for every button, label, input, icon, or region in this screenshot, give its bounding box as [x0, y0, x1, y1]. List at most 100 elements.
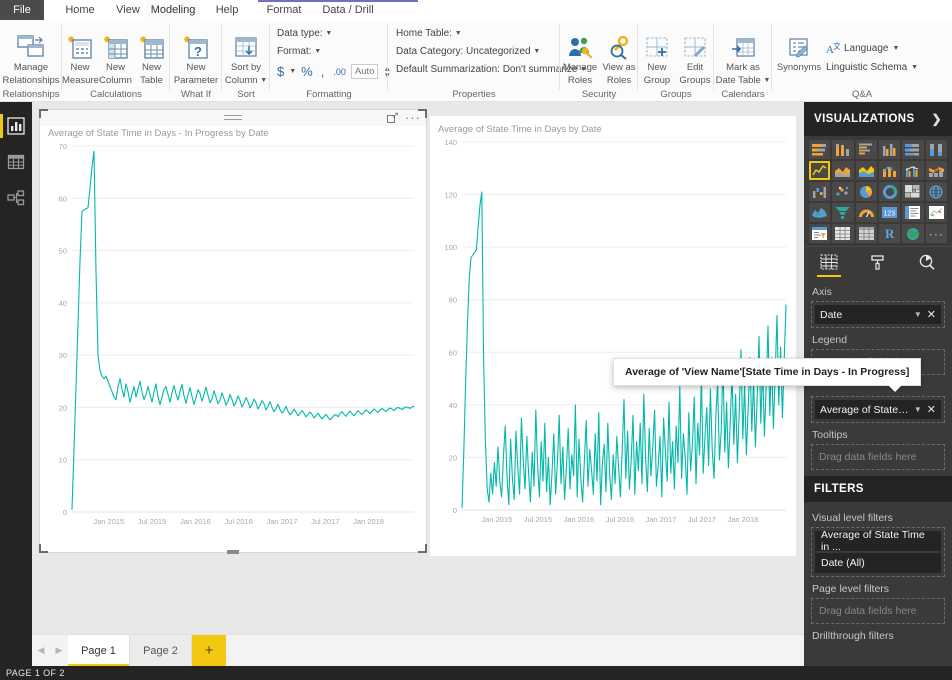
sidebar-item-report-view[interactable] — [0, 108, 32, 144]
viz-stacked-column-chart[interactable] — [832, 140, 854, 159]
resize-handle-bl[interactable] — [39, 544, 48, 553]
viz-clustered-bar-chart[interactable] — [855, 140, 877, 159]
decimal-places-value[interactable]: Auto — [350, 64, 379, 79]
tab-file[interactable]: File — [0, 0, 44, 20]
filter-chip-average-state-time[interactable]: Average of State Time in ... — [815, 529, 941, 553]
sidebar-item-model-view[interactable] — [0, 180, 32, 216]
tab-data-drill[interactable]: Data / Drill — [312, 0, 384, 20]
format-dropdown[interactable]: Format: ▼ — [277, 46, 321, 57]
viz-r-script-visual[interactable]: R — [879, 224, 901, 243]
tab-format[interactable]: Format — [258, 0, 310, 20]
viz-scatter-chart[interactable] — [832, 182, 854, 201]
view-as-roles-label-2: Roles — [606, 75, 632, 86]
close-icon[interactable]: ✕ — [927, 308, 936, 321]
tab-view[interactable]: View — [104, 0, 152, 20]
edit-groups-button[interactable]: Edit Groups — [676, 24, 714, 86]
resize-handle-bottom[interactable] — [227, 550, 239, 554]
viz-matrix[interactable] — [855, 224, 877, 243]
chevron-down-icon[interactable]: ▼ — [289, 68, 296, 75]
tab-help[interactable]: Help — [204, 0, 250, 20]
filter-box-visual[interactable]: Average of State Time in ... Date (All) — [811, 527, 945, 577]
mark-as-date-table-button[interactable]: Mark as Date Table ▼ — [714, 24, 772, 86]
new-measure-button[interactable]: ✹ New Measure — [62, 24, 99, 86]
svg-text:Jan 2018: Jan 2018 — [727, 515, 758, 524]
resize-handle-br[interactable] — [418, 544, 427, 553]
viz-arcgis-maps[interactable] — [902, 224, 924, 243]
page-tab-page-1[interactable]: Page 1 — [68, 635, 130, 666]
new-column-button[interactable]: ✹ New Column — [98, 24, 133, 86]
currency-button[interactable]: $ — [277, 64, 284, 79]
linguistic-schema-dropdown[interactable]: Linguistic Schema ▼ — [826, 62, 918, 73]
thousands-separator-button[interactable]: , — [321, 64, 325, 79]
viz-slicer[interactable] — [809, 224, 831, 243]
viz-area-chart[interactable] — [832, 161, 854, 180]
data-category-dropdown[interactable]: Data Category: Uncategorized ▼ — [396, 46, 540, 57]
manage-relationships-button[interactable]: Manage Relationships — [0, 24, 62, 86]
viz-pie-chart[interactable] — [855, 182, 877, 201]
fields-tab[interactable] — [812, 247, 846, 277]
viz-stacked-bar-chart[interactable] — [809, 140, 831, 159]
visual-left-line-chart[interactable]: ↗ ··· Average of State Time in Days - In… — [39, 109, 427, 554]
viz-filled-map[interactable] — [809, 203, 831, 222]
viz-map[interactable] — [925, 182, 947, 201]
viz-100-stacked-column-chart[interactable] — [925, 140, 947, 159]
viz-funnel-chart[interactable] — [832, 203, 854, 222]
viz-table[interactable] — [832, 224, 854, 243]
new-parameter-button[interactable]: ✹ ? New Parameter — [170, 24, 222, 86]
viz-ribbon-chart[interactable] — [925, 161, 947, 180]
page-next-icon[interactable]: ▶ — [56, 645, 63, 656]
report-canvas[interactable]: ↗ ··· Average of State Time in Days - In… — [36, 106, 922, 630]
sort-by-column-button[interactable]: Sort by Column ▼ — [222, 24, 270, 86]
format-tab[interactable] — [861, 247, 895, 277]
percent-button[interactable]: % — [301, 64, 313, 79]
synonyms-button[interactable]: Synonyms — [772, 24, 826, 73]
visualization-type-grid[interactable]: 123 R ··· — [804, 136, 952, 246]
viz-card[interactable]: 123 — [879, 203, 901, 222]
page-tab-page-2[interactable]: Page 2 — [130, 635, 192, 666]
viz-treemap[interactable] — [902, 182, 924, 201]
viz-kpi[interactable] — [925, 203, 947, 222]
resize-handle-tr[interactable] — [418, 109, 427, 118]
close-icon[interactable]: ✕ — [927, 403, 936, 416]
well-box-axis[interactable]: Date ▼ ✕ — [811, 301, 945, 328]
decimal-places-button[interactable]: .00 — [333, 67, 346, 77]
well-box-values[interactable]: Average of State Time in ▼ ✕ — [811, 396, 945, 423]
viz-clustered-column-chart[interactable] — [879, 140, 901, 159]
manage-roles-button[interactable]: Manage Roles — [560, 24, 600, 86]
well-label-axis: Axis — [812, 286, 832, 298]
field-chip-values[interactable]: Average of State Time in ▼ ✕ — [815, 400, 941, 419]
new-table-button[interactable]: ✹ New Table — [133, 24, 170, 86]
data-type-dropdown[interactable]: Data type: ▼ — [277, 28, 332, 39]
well-box-tooltips[interactable]: Drag data fields here — [811, 444, 945, 470]
chevron-down-icon[interactable]: ▼ — [914, 310, 922, 319]
sidebar-item-data-view[interactable] — [0, 144, 32, 180]
analytics-tab[interactable] — [910, 247, 944, 277]
viz-more-options[interactable]: ··· — [925, 224, 947, 243]
viz-waterfall-chart[interactable] — [809, 182, 831, 201]
viz-multi-row-card[interactable] — [902, 203, 924, 222]
viz-donut-chart[interactable] — [879, 182, 901, 201]
resize-handle-tl[interactable] — [39, 109, 48, 118]
viz-line-and-clustered-column-chart[interactable] — [902, 161, 924, 180]
new-group-button[interactable]: New Group — [638, 24, 676, 86]
viz-gauge-chart[interactable] — [855, 203, 877, 222]
viz-line-chart[interactable] — [809, 161, 831, 180]
visual-right-line-chart[interactable]: Average of State Time in Days by Date 02… — [430, 116, 796, 556]
page-prev-icon[interactable]: ◀ — [38, 645, 45, 656]
svg-text:Jan 2016: Jan 2016 — [563, 515, 594, 524]
report-canvas-area[interactable]: ↗ ··· Average of State Time in Days - In… — [32, 102, 922, 634]
view-as-roles-button[interactable]: View as Roles — [600, 24, 638, 86]
home-table-dropdown[interactable]: Home Table: ▼ — [396, 28, 462, 39]
chevron-right-icon[interactable]: ❯ — [932, 112, 942, 126]
viz-line-and-stacked-column-chart[interactable] — [879, 161, 901, 180]
filter-box-page[interactable]: Drag data fields here — [811, 598, 945, 624]
viz-stacked-area-chart[interactable] — [855, 161, 877, 180]
language-dropdown[interactable]: A 文 Language ▼ — [826, 42, 899, 55]
viz-100-stacked-bar-chart[interactable] — [902, 140, 924, 159]
chevron-down-icon[interactable]: ▼ — [914, 405, 922, 414]
tab-modeling[interactable]: Modeling — [146, 0, 200, 20]
filter-chip-date[interactable]: Date (All) — [815, 553, 941, 573]
tab-home[interactable]: Home — [52, 0, 108, 20]
field-chip-date[interactable]: Date ▼ ✕ — [815, 305, 941, 324]
add-page-button[interactable]: + — [192, 635, 226, 666]
